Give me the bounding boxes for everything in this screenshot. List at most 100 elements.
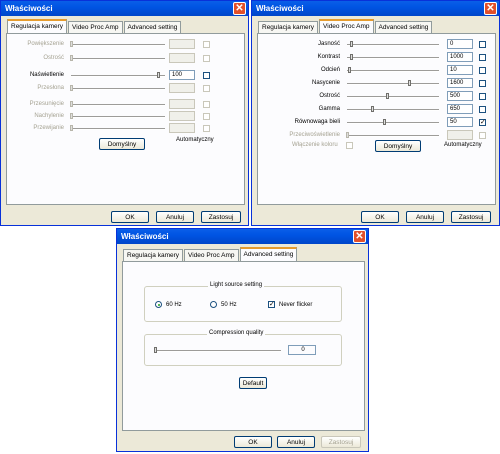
exposure-value[interactable]: 100 <box>169 70 195 80</box>
focus-auto-checkbox[interactable] <box>203 55 210 62</box>
iris-slider-thumb[interactable] <box>70 85 73 91</box>
pan-value[interactable] <box>169 99 195 109</box>
tab-video-proc-amp[interactable]: Video Proc Amp <box>68 21 123 33</box>
vpa-value-field[interactable]: 650 <box>447 104 473 114</box>
tab-camera-control[interactable]: Regulacja kamery <box>258 21 319 33</box>
cancel-button[interactable]: Anuluj <box>277 436 315 448</box>
vpa-value-field[interactable]: 1000 <box>447 52 473 62</box>
roll-label: Przewijanie <box>33 125 64 131</box>
radio-60hz-label: 60 Hz <box>166 302 182 308</box>
vpa-slider-thumb[interactable] <box>346 132 349 138</box>
roll-auto-checkbox[interactable] <box>203 125 210 132</box>
iris-slider-track[interactable] <box>71 88 165 90</box>
zoom-value[interactable] <box>169 39 195 49</box>
vpa-value-field[interactable] <box>447 130 473 140</box>
tab-advanced-setting[interactable]: Advanced setting <box>374 21 433 33</box>
radio-60hz[interactable] <box>155 301 162 308</box>
vpa-slider-track[interactable] <box>347 122 439 124</box>
iris-auto-checkbox[interactable] <box>203 85 210 92</box>
compression-label: Compression quality <box>207 330 266 336</box>
cancel-button[interactable]: Anuluj <box>406 211 444 223</box>
pan-auto-checkbox[interactable] <box>203 101 210 108</box>
tilt-auto-checkbox[interactable] <box>203 113 210 120</box>
tilt-slider-track[interactable] <box>71 116 165 118</box>
ok-button[interactable]: OK <box>234 436 272 448</box>
compression-slider-thumb[interactable] <box>154 347 157 353</box>
vpa-slider-thumb[interactable] <box>350 41 353 47</box>
vpa-value-field[interactable]: 0 <box>447 39 473 49</box>
tab-video-proc-amp[interactable]: Video Proc Amp <box>319 19 374 33</box>
vpa-value-field[interactable]: 500 <box>447 91 473 101</box>
vpa-slider-track[interactable] <box>347 135 439 137</box>
vpa-slider-track[interactable] <box>347 109 439 111</box>
roll-slider-track[interactable] <box>71 128 165 130</box>
default-button[interactable]: Domyślny <box>375 140 421 152</box>
vpa-row-label: Odcień <box>320 67 340 73</box>
focus-slider-track[interactable] <box>71 58 165 60</box>
vpa-auto-checkbox[interactable]: ✓ <box>479 119 486 126</box>
vpa-row-label: Kontrast <box>317 54 340 60</box>
never-flicker-checkbox[interactable]: ✓ <box>268 301 275 308</box>
vpa-value-field[interactable]: 50 <box>447 117 473 127</box>
default-button[interactable]: Domyślny <box>99 138 145 150</box>
vpa-slider-thumb[interactable] <box>350 54 353 60</box>
tab-camera-control[interactable]: Regulacja kamery <box>123 249 184 261</box>
properties-window-video-proc-amp: Właściwości ✕ Regulacja kamery Video Pro… <box>251 0 500 226</box>
vpa-slider-thumb[interactable] <box>371 106 374 112</box>
vpa-value-field[interactable]: 1600 <box>447 78 473 88</box>
vpa-auto-checkbox[interactable] <box>479 67 486 74</box>
vpa-slider-track[interactable] <box>347 96 439 98</box>
exposure-slider-thumb[interactable] <box>157 72 160 78</box>
vpa-slider-thumb[interactable] <box>383 119 386 125</box>
default-button[interactable]: Default <box>239 377 267 389</box>
vpa-auto-checkbox[interactable] <box>479 80 486 87</box>
ok-button[interactable]: OK <box>361 211 399 223</box>
focus-slider-thumb[interactable] <box>70 55 73 61</box>
vpa-auto-checkbox[interactable] <box>479 41 486 48</box>
compression-value[interactable]: 0 <box>288 345 316 355</box>
tilt-value[interactable] <box>169 111 195 121</box>
tab-advanced-setting[interactable]: Advanced setting <box>239 247 298 261</box>
cancel-button[interactable]: Anuluj <box>156 211 194 223</box>
color-enable-checkbox[interactable] <box>346 142 353 149</box>
vpa-row-label: Równowaga bieli <box>294 119 340 125</box>
vpa-auto-checkbox[interactable] <box>479 93 486 100</box>
tab-video-proc-amp[interactable]: Video Proc Amp <box>184 249 239 261</box>
close-icon[interactable]: ✕ <box>233 2 246 15</box>
pan-slider-track[interactable] <box>71 104 165 106</box>
compression-slider-track[interactable] <box>155 350 281 352</box>
vpa-slider-track[interactable] <box>347 57 439 59</box>
pan-slider-thumb[interactable] <box>70 101 73 107</box>
vpa-slider-track[interactable] <box>347 44 439 46</box>
ok-button[interactable]: OK <box>111 211 149 223</box>
vpa-slider-thumb[interactable] <box>408 80 411 86</box>
vpa-auto-checkbox[interactable] <box>479 132 486 139</box>
apply-button[interactable]: Zastosuj <box>321 436 361 448</box>
vpa-auto-checkbox[interactable] <box>479 106 486 113</box>
vpa-auto-checkbox[interactable] <box>479 54 486 61</box>
tab-camera-control[interactable]: Regulacja kamery <box>7 19 68 33</box>
close-icon[interactable]: ✕ <box>484 2 497 15</box>
never-flicker-label: Never flicker <box>279 302 313 308</box>
close-icon[interactable]: ✕ <box>353 230 366 243</box>
vpa-slider-track[interactable] <box>347 70 439 72</box>
iris-value[interactable] <box>169 83 195 93</box>
apply-button[interactable]: Zastosuj <box>451 211 491 223</box>
vpa-value-field[interactable]: 10 <box>447 65 473 75</box>
focus-value[interactable] <box>169 53 195 63</box>
exposure-slider-track[interactable] <box>71 75 165 77</box>
zoom-auto-checkbox[interactable] <box>203 41 210 48</box>
zoom-slider-thumb[interactable] <box>70 41 73 47</box>
vpa-slider-track[interactable] <box>347 83 439 85</box>
exposure-auto-checkbox[interactable] <box>203 72 210 79</box>
iris-label: Przesłona <box>37 85 64 91</box>
radio-50hz[interactable] <box>210 301 217 308</box>
tab-advanced-setting[interactable]: Advanced setting <box>123 21 182 33</box>
roll-value[interactable] <box>169 123 195 133</box>
zoom-slider-track[interactable] <box>71 44 165 46</box>
vpa-slider-thumb[interactable] <box>386 93 389 99</box>
apply-button[interactable]: Zastosuj <box>201 211 241 223</box>
vpa-slider-thumb[interactable] <box>348 67 351 73</box>
tilt-slider-thumb[interactable] <box>70 113 73 119</box>
roll-slider-thumb[interactable] <box>70 125 73 131</box>
